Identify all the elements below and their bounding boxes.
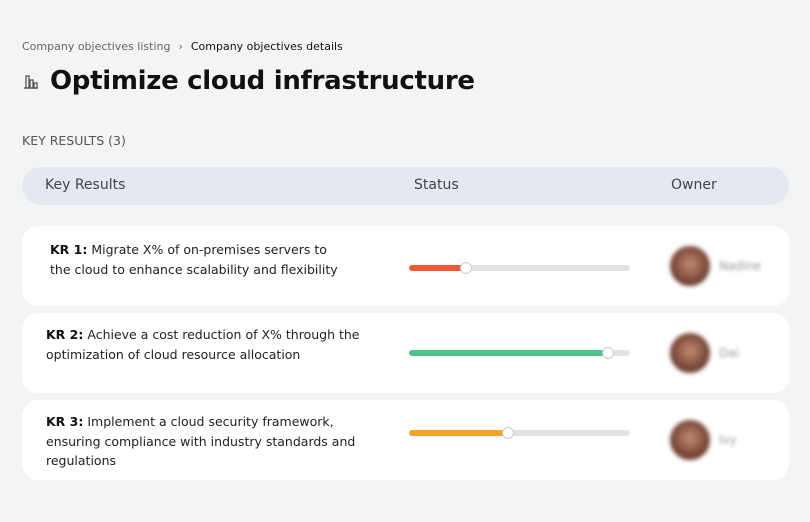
chevron-right-icon: › [178, 40, 183, 53]
progress-fill [409, 265, 467, 271]
kr-text: Implement a cloud security framework, en… [46, 414, 356, 468]
building-chart-icon [24, 75, 38, 89]
table-row[interactable]: KR 3: Implement a cloud security framewo… [22, 400, 789, 480]
kr-label: KR 3: [46, 414, 84, 429]
breadcrumb: Company objectives listing › Company obj… [22, 40, 343, 53]
kr-description: KR 3: Implement a cloud security framewo… [46, 412, 366, 471]
column-owner: Owner [671, 177, 717, 193]
progress-bar [409, 262, 630, 274]
progress-fill [409, 430, 509, 436]
avatar [670, 246, 710, 286]
table-row[interactable]: KR 1: Migrate X% of on-premises servers … [22, 226, 789, 306]
progress-bar [409, 427, 630, 439]
kr-text: Achieve a cost reduction of X% through t… [46, 327, 360, 362]
breadcrumb-current: Company objectives details [190, 40, 343, 53]
kr-description: KR 1: Migrate X% of on-premises servers … [50, 240, 340, 279]
progress-bar [409, 347, 630, 359]
kr-text: Migrate X% of on-premises servers to the… [50, 242, 338, 277]
owner-name: Ivy [719, 433, 737, 447]
page-title: Optimize cloud infrastructure [50, 66, 475, 96]
owner-name: Nadine [719, 259, 762, 273]
progress-knob[interactable] [460, 262, 473, 274]
owner-name: Dai [719, 346, 739, 360]
kr-label: KR 1: [50, 242, 88, 257]
progress-knob[interactable] [502, 427, 515, 439]
column-key-results: Key Results [45, 177, 126, 193]
table-row[interactable]: KR 2: Achieve a cost reduction of X% thr… [22, 313, 789, 393]
avatar [670, 333, 710, 373]
column-status: Status [414, 177, 459, 193]
kr-description: KR 2: Achieve a cost reduction of X% thr… [46, 325, 366, 364]
kr-label: KR 2: [46, 327, 84, 342]
progress-fill [409, 350, 608, 356]
breadcrumb-parent-link[interactable]: Company objectives listing [22, 40, 170, 53]
avatar [670, 420, 710, 460]
progress-knob[interactable] [601, 347, 614, 359]
table-header: Key Results Status Owner [22, 167, 789, 205]
section-label: KEY RESULTS (3) [22, 133, 126, 148]
page-header: Optimize cloud infrastructure [22, 66, 475, 96]
